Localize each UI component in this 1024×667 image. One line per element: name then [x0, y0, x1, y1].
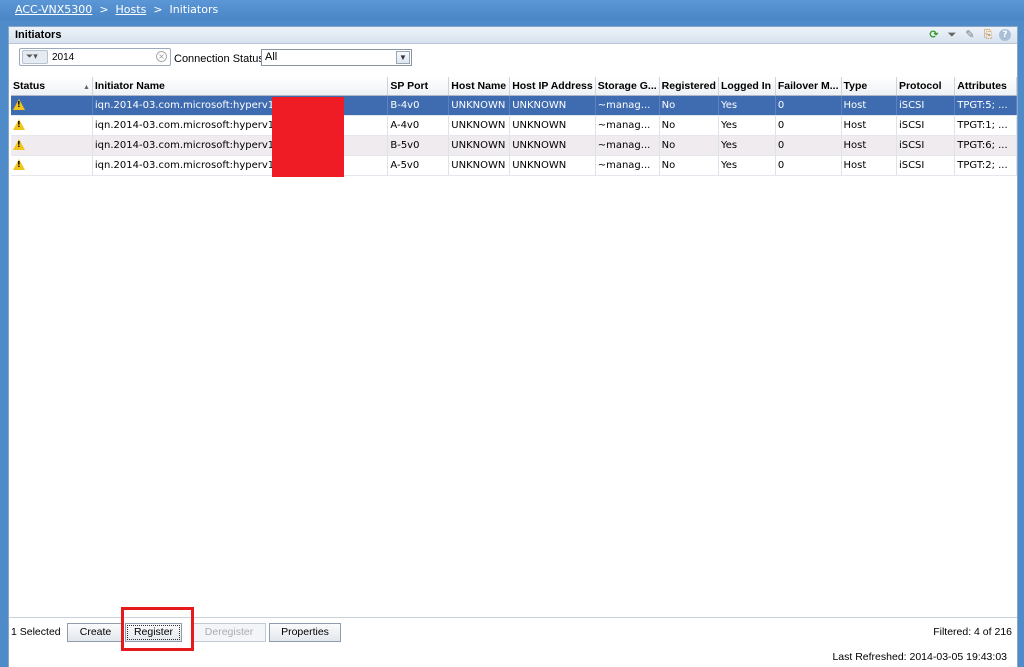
column-header-sp-port[interactable]: SP Port [387, 77, 450, 96]
filter-menu-button[interactable]: ⏷▾ [22, 50, 48, 64]
filter-input[interactable] [52, 50, 152, 64]
sp-port-cell: A-4v0 [387, 115, 450, 136]
protocol-cell: iSCSI [896, 135, 956, 156]
storage-group-cell: ~manag... [595, 155, 660, 176]
connection-status-label: Connection Status [174, 53, 264, 65]
column-header-failover-mode[interactable]: Failover M... [775, 77, 842, 96]
column-header-host-name[interactable]: Host Name [448, 77, 511, 96]
host-ip-cell: UNKNOWN [509, 135, 596, 156]
type-cell: Host [841, 95, 897, 116]
table-row[interactable]: iqn.2014-03.com.microsoft:hyperv1 B-4v0 … [11, 95, 1017, 116]
warning-icon [13, 139, 25, 150]
type-cell: Host [841, 115, 897, 136]
column-header-status[interactable]: Status ▲ [11, 77, 93, 96]
failover-mode-cell: 0 [775, 115, 842, 136]
protocol-cell: iSCSI [896, 95, 956, 116]
breadcrumb-separator: > [153, 3, 163, 16]
logged-in-cell: Yes [718, 155, 776, 176]
host-name-cell: UNKNOWN [448, 155, 511, 176]
host-ip-cell: UNKNOWN [509, 95, 596, 116]
status-cell [11, 135, 93, 156]
warning-icon [13, 99, 25, 110]
refresh-icon[interactable]: ⟳ [927, 28, 941, 42]
panel-header: Initiators ⟳ ⏷ ✎ ⎘ ? [9, 27, 1017, 44]
breadcrumb: ACC-VNX5300 > Hosts > Initiators [0, 0, 1024, 20]
warning-icon [13, 119, 25, 130]
logged-in-cell: Yes [718, 115, 776, 136]
status-cell [11, 155, 93, 176]
filter-row: ⏷▾ × Connection Status All ▼ [9, 44, 1017, 70]
failover-mode-cell: 0 [775, 155, 842, 176]
type-cell: Host [841, 135, 897, 156]
host-name-cell: UNKNOWN [448, 115, 511, 136]
initiators-panel: Initiators ⟳ ⏷ ✎ ⎘ ? ⏷▾ × Connection Sta… [8, 26, 1018, 667]
selection-count: 1 Selected [11, 626, 61, 638]
registered-cell: No [659, 95, 719, 116]
connection-status-value: All [265, 51, 278, 63]
host-name-cell: UNKNOWN [448, 135, 511, 156]
filtered-count: Filtered: 4 of 216 [933, 626, 1012, 638]
panel-title: Initiators [15, 29, 62, 41]
panel-toolbar: ⟳ ⏷ ✎ ⎘ ? [927, 28, 1011, 42]
sort-ascending-icon: ▲ [82, 83, 90, 91]
column-header-registered[interactable]: Registered [659, 77, 719, 96]
breadcrumb-separator: > [99, 3, 109, 16]
host-name-cell: UNKNOWN [448, 95, 511, 116]
host-ip-cell: UNKNOWN [509, 155, 596, 176]
breadcrumb-system-link[interactable]: ACC-VNX5300 [15, 3, 92, 16]
filter-field: ⏷▾ × [19, 48, 171, 66]
sp-port-cell: B-5v0 [387, 135, 450, 156]
storage-group-cell: ~manag... [595, 95, 660, 116]
register-highlight-box [121, 607, 194, 651]
storage-group-cell: ~manag... [595, 135, 660, 156]
failover-mode-cell: 0 [775, 135, 842, 156]
attributes-cell: TPGT:5; ... [954, 95, 1017, 116]
initiators-table: Status ▲ Initiator Name SP Port Host Name… [11, 77, 1017, 176]
table-header-row: Status ▲ Initiator Name SP Port Host Name… [11, 77, 1017, 96]
attributes-cell: TPGT:6; ... [954, 135, 1017, 156]
filter-icon[interactable]: ⏷ [945, 28, 959, 42]
column-header-storage-group[interactable]: Storage G... [595, 77, 660, 96]
protocol-cell: iSCSI [896, 115, 956, 136]
create-button[interactable]: Create [67, 623, 124, 642]
type-cell: Host [841, 155, 897, 176]
sp-port-cell: B-4v0 [387, 95, 450, 116]
registered-cell: No [659, 135, 719, 156]
redaction-block [272, 97, 344, 177]
registered-cell: No [659, 155, 719, 176]
logged-in-cell: Yes [718, 135, 776, 156]
table-row[interactable]: iqn.2014-03.com.microsoft:hyperv1 B-5v0 … [11, 135, 1017, 156]
column-header-host-ip[interactable]: Host IP Address [509, 77, 596, 96]
attributes-cell: TPGT:2; ... [954, 155, 1017, 176]
column-header-type[interactable]: Type [841, 77, 897, 96]
column-header-initiator-name[interactable]: Initiator Name [92, 77, 389, 96]
chevron-down-icon[interactable]: ▼ [396, 51, 410, 64]
protocol-cell: iSCSI [896, 155, 956, 176]
last-refreshed: Last Refreshed: 2014-03-05 19:43:03 [832, 651, 1007, 663]
deregister-button[interactable]: Deregister [192, 623, 266, 642]
breadcrumb-hosts-link[interactable]: Hosts [116, 3, 147, 16]
connection-status-select[interactable]: All ▼ [261, 49, 412, 66]
sp-port-cell: A-5v0 [387, 155, 450, 176]
help-icon[interactable]: ? [999, 29, 1011, 41]
failover-mode-cell: 0 [775, 95, 842, 116]
properties-button[interactable]: Properties [269, 623, 341, 642]
logged-in-cell: Yes [718, 95, 776, 116]
registered-cell: No [659, 115, 719, 136]
storage-group-cell: ~manag... [595, 115, 660, 136]
clear-filter-icon[interactable]: × [156, 51, 167, 62]
column-header-attributes[interactable]: Attributes [954, 77, 1017, 96]
attributes-cell: TPGT:1; ... [954, 115, 1017, 136]
status-cell [11, 115, 93, 136]
host-ip-cell: UNKNOWN [509, 115, 596, 136]
status-cell [11, 95, 93, 116]
table-row[interactable]: iqn.2014-03.com.microsoft:hyperv1 A-4v0 … [11, 115, 1017, 136]
warning-icon [13, 159, 25, 170]
breadcrumb-current: Initiators [169, 3, 219, 16]
table-row[interactable]: iqn.2014-03.com.microsoft:hyperv1 A-5v0 … [11, 155, 1017, 176]
column-header-logged-in[interactable]: Logged In [718, 77, 776, 96]
export-icon[interactable]: ⎘ [981, 28, 995, 42]
wrench-icon[interactable]: ✎ [963, 28, 977, 42]
column-header-protocol[interactable]: Protocol [896, 77, 956, 96]
